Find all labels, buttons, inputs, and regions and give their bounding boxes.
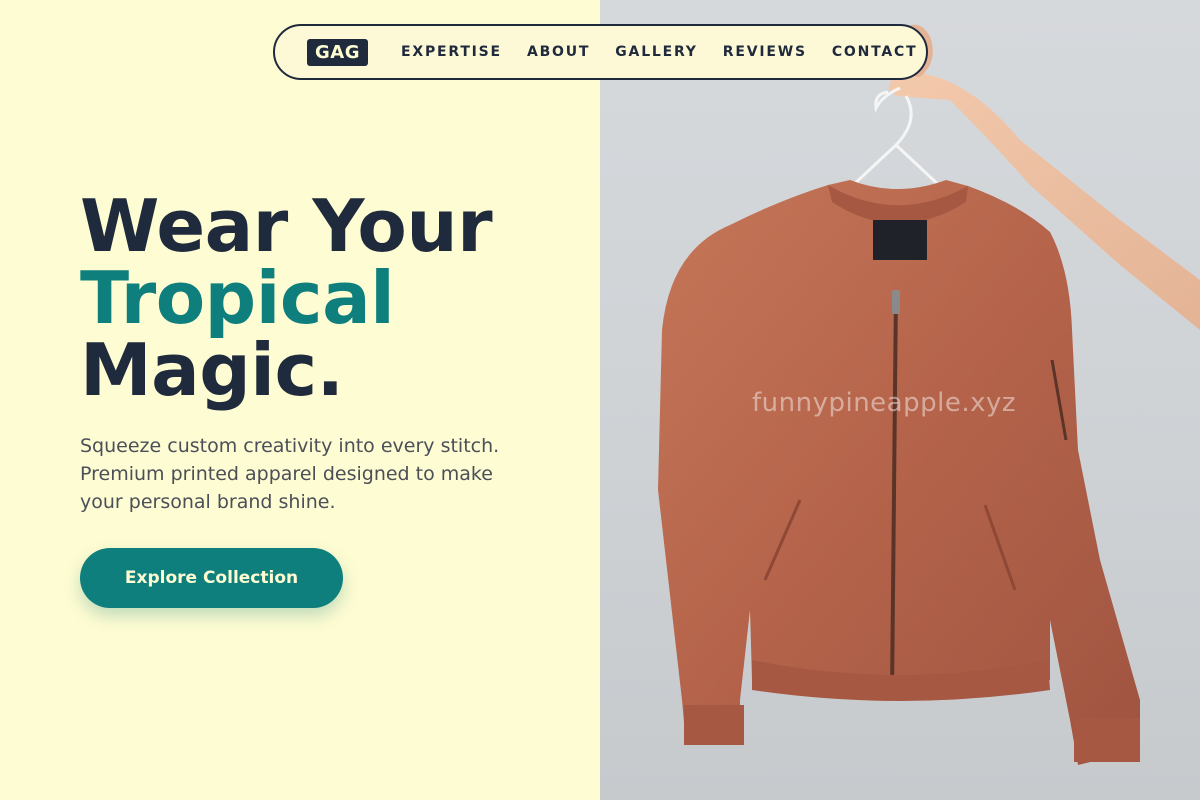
nav-link-contact[interactable]: CONTACT bbox=[832, 44, 918, 60]
hero-subtext: Squeeze custom creativity into every sti… bbox=[80, 435, 500, 513]
nav-link-about[interactable]: ABOUT bbox=[527, 44, 590, 60]
watermark-text: funnypineapple.xyz bbox=[752, 388, 1017, 418]
nav-link-reviews[interactable]: REVIEWS bbox=[723, 44, 807, 60]
explore-collection-button[interactable]: Explore Collection bbox=[80, 548, 343, 608]
brand-logo[interactable]: GAG bbox=[307, 38, 368, 66]
nav-link-expertise[interactable]: EXPERTISE bbox=[401, 44, 502, 60]
headline-accent: Tropical bbox=[80, 256, 395, 340]
headline-line-1: Wear Your bbox=[80, 184, 493, 268]
nav-link-gallery[interactable]: GALLERY bbox=[615, 44, 697, 60]
headline-line-3: Magic. bbox=[80, 328, 344, 412]
top-navigation: GAG EXPERTISE ABOUT GALLERY REVIEWS CONT… bbox=[273, 24, 928, 80]
hero-headline: Wear Your Tropical Magic. bbox=[80, 184, 493, 412]
